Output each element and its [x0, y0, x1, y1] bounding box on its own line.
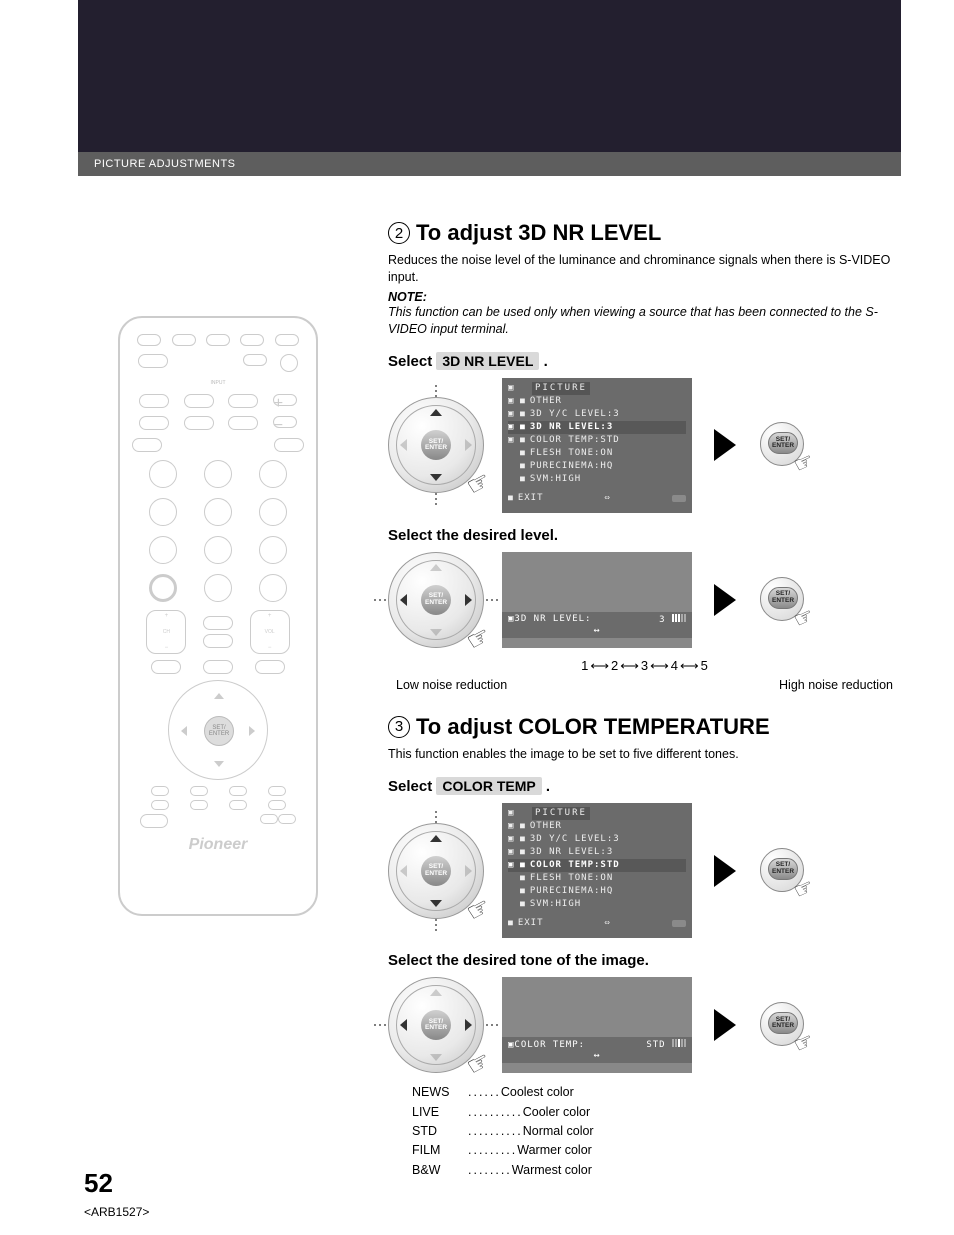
header-bar — [78, 0, 901, 152]
set-enter-button-icon: SET/ ENTER☞ — [758, 418, 808, 472]
select-3dnr-heading: Select 3D NR LEVEL . — [388, 352, 901, 370]
note-label: NOTE: — [388, 290, 901, 304]
set-enter-button-icon: SET/ ENTER☞ — [758, 844, 808, 898]
section-3-heading: To adjust COLOR TEMPERATURE — [416, 714, 770, 740]
tone-row: NEWS...... Coolest color — [412, 1083, 901, 1102]
step-number-3: 3 — [388, 716, 410, 738]
osd-bar-colortemp: ▣COLOR TEMP: STD ↔ — [502, 977, 692, 1073]
chip-3dnr: 3D NR LEVEL — [436, 352, 539, 370]
dpad-leftright-icon: SET/ ENTER ☞ — [388, 552, 484, 648]
tone-row: B&W........ Warmest color — [412, 1161, 901, 1180]
step-number-2: 2 — [388, 222, 410, 244]
select-tone-heading: Select the desired tone of the image. — [388, 952, 901, 969]
remote-dpad-center: SET/ ENTER — [204, 716, 234, 746]
tone-row: STD.......... Normal color — [412, 1122, 901, 1141]
breadcrumb-text: PICTURE ADJUSTMENTS — [94, 158, 236, 170]
remote-figure: INPUT + − +CH− +VOL− SET/ ENTER — [118, 316, 318, 916]
select-colortemp-heading: Select COLOR TEMP . — [388, 777, 901, 795]
breadcrumb: PICTURE ADJUSTMENTS — [78, 152, 901, 176]
section-2-title: 2 To adjust 3D NR LEVEL — [388, 220, 901, 246]
tone-list: NEWS...... Coolest colorLIVE.......... C… — [412, 1083, 901, 1180]
dpad-updown-icon: SET/ ENTER ☞ — [388, 823, 484, 919]
osd-menu-colortemp: ▣PICTURE ▣OTHER▣3D Y/C LEVEL:3▣3D NR LEV… — [502, 803, 692, 938]
arrow-right-icon — [714, 855, 736, 887]
level-scale: 12345 — [388, 658, 901, 674]
remote-brand: Pioneer — [132, 836, 304, 854]
set-enter-button-icon: SET/ ENTER☞ — [758, 573, 808, 627]
section-2-heading: To adjust 3D NR LEVEL — [416, 220, 661, 246]
select-level-heading: Select the desired level. — [388, 527, 901, 544]
page-number: 52 — [84, 1168, 113, 1199]
osd-menu-3dnr: ▣PICTURE ▣OTHER▣3D Y/C LEVEL:3▣3D NR LEV… — [502, 378, 692, 513]
tone-row: LIVE.......... Cooler color — [412, 1103, 901, 1122]
section-2-body: Reduces the noise level of the luminance… — [388, 252, 901, 286]
scale-labels: Low noise reduction High noise reduction — [388, 678, 901, 692]
section-3-title: 3 To adjust COLOR TEMPERATURE — [388, 714, 901, 740]
dpad-leftright-icon: SET/ ENTER ☞ — [388, 977, 484, 1073]
osd-bar-3dnr: ▣3D NR LEVEL: 3 ↔ — [502, 552, 692, 648]
section-3-body: This function enables the image to be se… — [388, 746, 901, 763]
document-code: <ARB1527> — [84, 1205, 149, 1219]
set-enter-button-icon: SET/ ENTER☞ — [758, 998, 808, 1052]
arrow-right-icon — [714, 1009, 736, 1041]
dpad-updown-icon: SET/ ENTER ☞ — [388, 397, 484, 493]
arrow-right-icon — [714, 584, 736, 616]
arrow-right-icon — [714, 429, 736, 461]
note-body: This function can be used only when view… — [388, 304, 901, 338]
chip-colortemp: COLOR TEMP — [436, 777, 541, 795]
tone-row: FILM......... Warmer color — [412, 1141, 901, 1160]
